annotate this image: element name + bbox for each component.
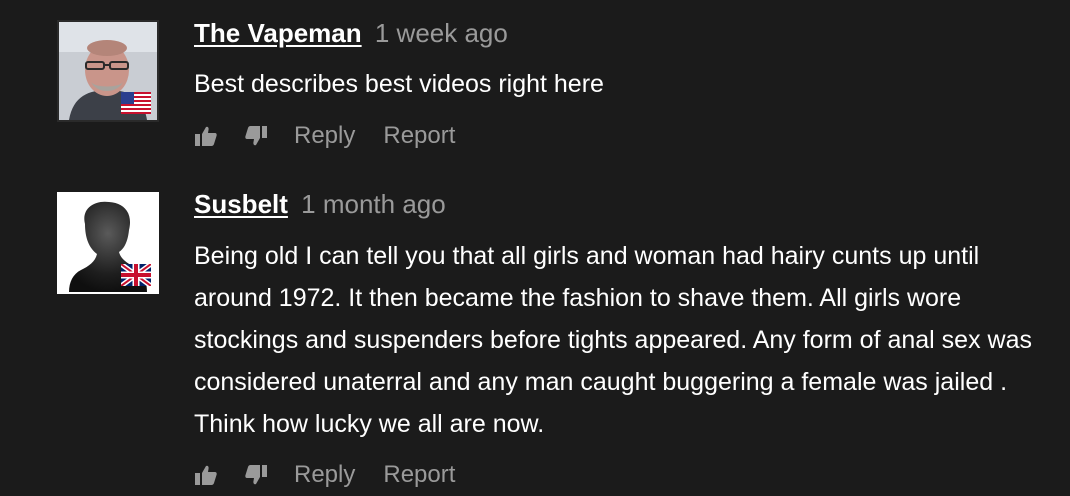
thumbs-down-icon[interactable] xyxy=(244,124,268,148)
comment-header: Susbelt 1 month ago xyxy=(194,187,446,221)
reply-button[interactable]: Reply xyxy=(294,461,355,489)
comment-text: Best describes best videos right here xyxy=(194,70,604,98)
report-button[interactable]: Report xyxy=(383,461,455,489)
avatar[interactable] xyxy=(57,192,159,294)
report-button[interactable]: Report xyxy=(383,122,455,150)
thumbs-down-icon[interactable] xyxy=(244,463,268,487)
comment-time: 1 month ago xyxy=(301,189,446,219)
reply-button[interactable]: Reply xyxy=(294,122,355,150)
username-link[interactable]: Susbelt xyxy=(194,189,288,219)
comment-header: The Vapeman 1 week ago xyxy=(194,16,508,50)
thumbs-up-icon[interactable] xyxy=(194,124,218,148)
comment-actions: Reply Report xyxy=(194,460,483,490)
comment-actions: Reply Report xyxy=(194,121,483,151)
comment-text: Being old I can tell you that all girls … xyxy=(194,242,1032,438)
comment-item: The Vapeman 1 week ago Best describes be… xyxy=(0,0,1070,170)
avatar[interactable] xyxy=(57,20,159,122)
comment-item: Susbelt 1 month ago Being old I can tell… xyxy=(0,170,1070,496)
thumbs-up-icon[interactable] xyxy=(194,463,218,487)
us-flag-icon xyxy=(121,92,151,114)
comment-time: 1 week ago xyxy=(374,18,508,48)
uk-flag-icon xyxy=(121,264,151,286)
username-link[interactable]: The Vapeman xyxy=(194,18,362,48)
